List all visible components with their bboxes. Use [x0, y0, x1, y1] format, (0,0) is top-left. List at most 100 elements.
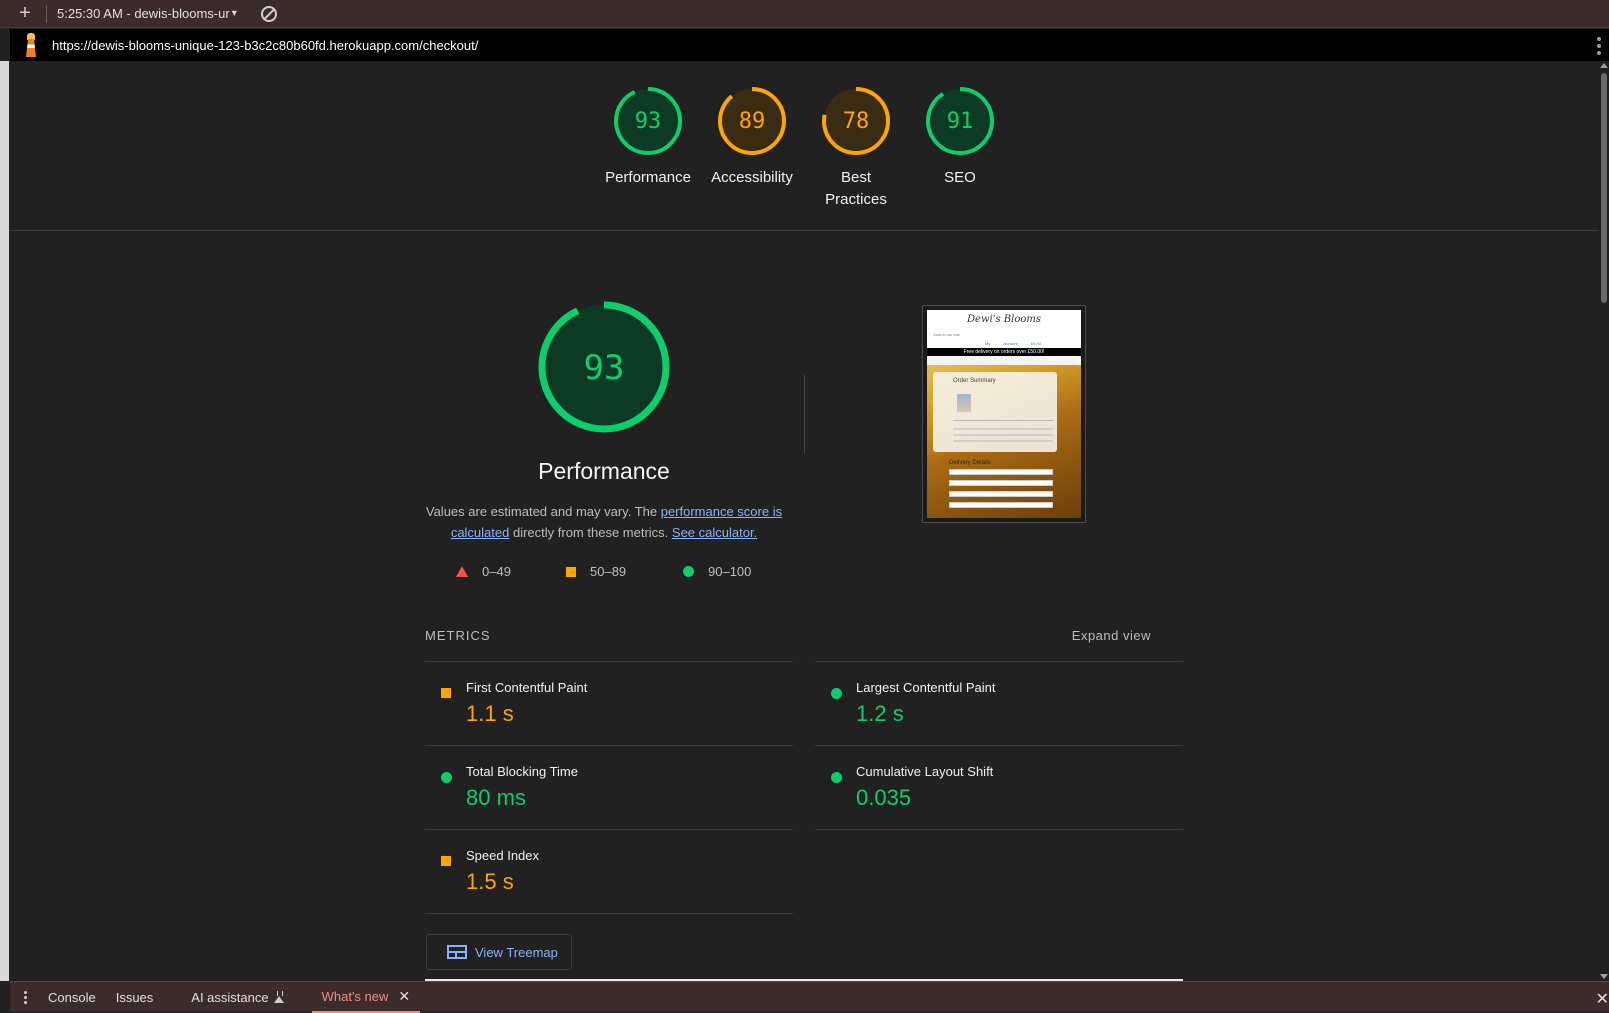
metric-name: First Contentful Paint [466, 680, 588, 695]
lighthouse-icon [22, 33, 40, 57]
scroll-thumb[interactable] [1601, 73, 1607, 303]
thumb-logo: Dewi's Blooms [967, 314, 1041, 325]
gauge-performance[interactable]: 93 Performance [593, 85, 703, 189]
devtools-drawer: Console Issues AI assistance What's new … [10, 981, 1609, 1013]
toolbar-divider [46, 4, 47, 23]
metric-largest-contentful-paint: Largest Contentful Paint 1.2 s [815, 661, 1183, 745]
pass-circle-icon [831, 772, 842, 783]
performance-description: Values are estimated and may vary. The p… [420, 501, 788, 543]
gauge-label: Best Practices [825, 169, 887, 208]
thumb-header: Dewi's Blooms Search our site My Account… [927, 310, 1081, 348]
thumb-links: My Account £0.00 [985, 341, 1041, 346]
tab-whats-new[interactable]: What's new ✕ [311, 982, 421, 1013]
metric-value: 0.035 [856, 785, 912, 810]
metrics-header: METRICS Expand view [425, 628, 1167, 643]
caret-down-icon: ▾ [231, 8, 237, 19]
metric-total-blocking-time: Total Blocking Time 80 ms [425, 745, 793, 829]
drawer-menu-icon[interactable] [24, 990, 28, 1004]
gauge-best-practices[interactable]: 78 Best Practices [801, 85, 911, 211]
metric-value: 80 ms [466, 785, 526, 810]
average-square-icon [566, 566, 576, 577]
screenshot-content: Dewi's Blooms Search our site My Account… [927, 310, 1081, 518]
gauge-accessibility[interactable]: 89 Accessibility [697, 85, 807, 189]
performance-gauge: 93 [538, 301, 670, 433]
desc-text: directly from these metrics. [509, 525, 672, 540]
tab-issues[interactable]: Issues [116, 982, 154, 1013]
fail-triangle-icon [456, 566, 468, 577]
thumb-nav [927, 356, 1081, 365]
vertical-scrollbar[interactable] [1599, 61, 1609, 981]
desc-text: Values are estimated and may vary. The [425, 504, 661, 519]
gauge-seo[interactable]: 91 SEO [905, 85, 1015, 189]
gauge-label: SEO [944, 169, 976, 186]
see-calculator-link[interactable]: See calculator. [672, 525, 757, 540]
gauge-score: 91 [947, 109, 974, 134]
metrics-heading: METRICS [425, 628, 491, 643]
thumb-field [949, 480, 1053, 486]
metric-value: 1.5 s [466, 869, 514, 894]
treemap-icon [447, 945, 467, 959]
gauge-ring: 91 [926, 87, 994, 155]
gauge-ring: 78 [822, 87, 890, 155]
thumb-field [949, 469, 1053, 475]
metric-row-divider [815, 829, 1183, 830]
tab-console[interactable]: Console [48, 982, 96, 1013]
expand-view-toggle[interactable]: Expand view [1072, 628, 1151, 643]
legend-average: 50–89 [566, 564, 626, 579]
final-screenshot[interactable]: Dewi's Blooms Search our site My Account… [922, 305, 1086, 523]
report-url[interactable]: https://dewis-blooms-unique-123-b3c2c80b… [52, 38, 478, 53]
report-selector[interactable]: 5:25:30 AM - dewis-blooms-ur ▾ [57, 6, 237, 21]
thumb-delivery-title: Delivery Details [949, 460, 991, 466]
new-report-button[interactable]: + [12, 1, 38, 27]
scroll-up-icon[interactable] [1600, 63, 1608, 68]
metrics-divider [425, 913, 793, 914]
thumb-row [953, 428, 1053, 430]
metric-name: Total Blocking Time [466, 764, 578, 779]
report-selector-label: 5:25:30 AM - dewis-blooms-ur [57, 6, 230, 21]
flask-icon [273, 991, 284, 1003]
legend-fail: 0–49 [456, 564, 511, 579]
close-drawer-icon[interactable]: ✕ [1596, 989, 1609, 1009]
performance-score: 93 [584, 348, 625, 388]
metric-speed-index: Speed Index 1.5 s [425, 829, 793, 913]
tab-ai-assistance[interactable]: AI assistance [191, 982, 284, 1013]
report-url-bar: https://dewis-blooms-unique-123-b3c2c80b… [10, 29, 1609, 61]
tab-whats-new-label: What's new [321, 988, 389, 1004]
close-tab-icon[interactable]: ✕ [398, 988, 410, 1005]
legend-average-label: 50–89 [590, 564, 627, 579]
metric-name: Cumulative Layout Shift [856, 764, 994, 779]
thumb-field [949, 491, 1053, 497]
thumb-banner: Free delivery on orders over £50.00! [927, 348, 1081, 356]
thumb-order-card: Order Summary [933, 372, 1057, 452]
gauge-score: 78 [843, 109, 870, 134]
average-square-icon [441, 688, 451, 698]
thumb-card-title: Order Summary [953, 378, 996, 384]
metric-name: Speed Index [466, 848, 540, 863]
thumb-search: Search our site [933, 332, 960, 337]
thumb-row [953, 434, 1053, 436]
thumb-rule [953, 420, 1053, 421]
metric-first-contentful-paint: First Contentful Paint 1.1 s [425, 661, 793, 745]
thumb-product-image [957, 394, 971, 412]
clear-reports-icon[interactable] [260, 5, 277, 22]
metric-value: 1.2 s [856, 701, 904, 726]
section-divider [804, 375, 805, 453]
pass-circle-icon [683, 566, 694, 577]
metric-name: Largest Contentful Paint [856, 680, 996, 695]
gauge-ring: 89 [718, 87, 786, 155]
pass-circle-icon [441, 772, 452, 783]
thumb-field [949, 502, 1053, 508]
metric-value: 1.1 s [466, 701, 514, 726]
more-options-icon[interactable] [1597, 37, 1601, 55]
view-treemap-button[interactable]: View Treemap [426, 934, 572, 970]
left-gutter [0, 61, 9, 981]
score-summary: 93 Performance 89 Accessibility 78 Best … [9, 61, 1599, 231]
gauge-score: 89 [739, 109, 766, 134]
performance-title: Performance [538, 458, 670, 484]
average-square-icon [441, 856, 451, 866]
view-treemap-label: View Treemap [475, 944, 558, 960]
thumb-row [953, 440, 1053, 442]
gauge-label: Performance [605, 169, 691, 186]
scroll-down-icon[interactable] [1600, 974, 1608, 979]
legend-pass: 90–100 [683, 564, 751, 579]
